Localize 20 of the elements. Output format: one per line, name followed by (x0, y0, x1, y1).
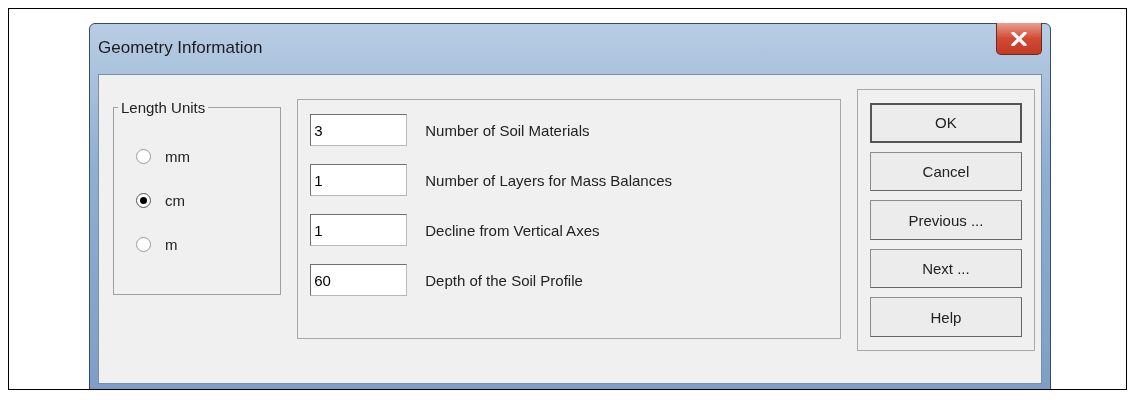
input-field[interactable]: 60 (310, 264, 408, 296)
dialog-button[interactable]: Next ... (869, 248, 1022, 289)
input-field[interactable]: 1 (310, 164, 408, 196)
window-title: Geometry Information (98, 38, 263, 58)
close-button[interactable] (996, 23, 1042, 55)
dialog-button[interactable]: Cancel (869, 151, 1022, 192)
radio-option[interactable]: m (136, 222, 281, 266)
dialog-button[interactable]: Previous ... (869, 200, 1022, 240)
field-label: Depth of the Soil Profile (425, 271, 583, 289)
radio-option[interactable]: cm (136, 178, 281, 222)
dialog-button[interactable]: Help (869, 297, 1022, 337)
field-label: Number of Layers for Mass Balances (425, 171, 672, 189)
close-icon (1011, 31, 1027, 46)
field-label: Decline from Vertical Axes (425, 221, 600, 239)
input-field[interactable]: 3 (310, 114, 408, 146)
group-title: Length Units (120, 99, 207, 116)
dialog-button[interactable]: OK (869, 103, 1022, 143)
radio-option[interactable]: mm (136, 134, 281, 178)
input-field[interactable]: 1 (310, 214, 408, 246)
field-label: Number of Soil Materials (425, 121, 590, 139)
